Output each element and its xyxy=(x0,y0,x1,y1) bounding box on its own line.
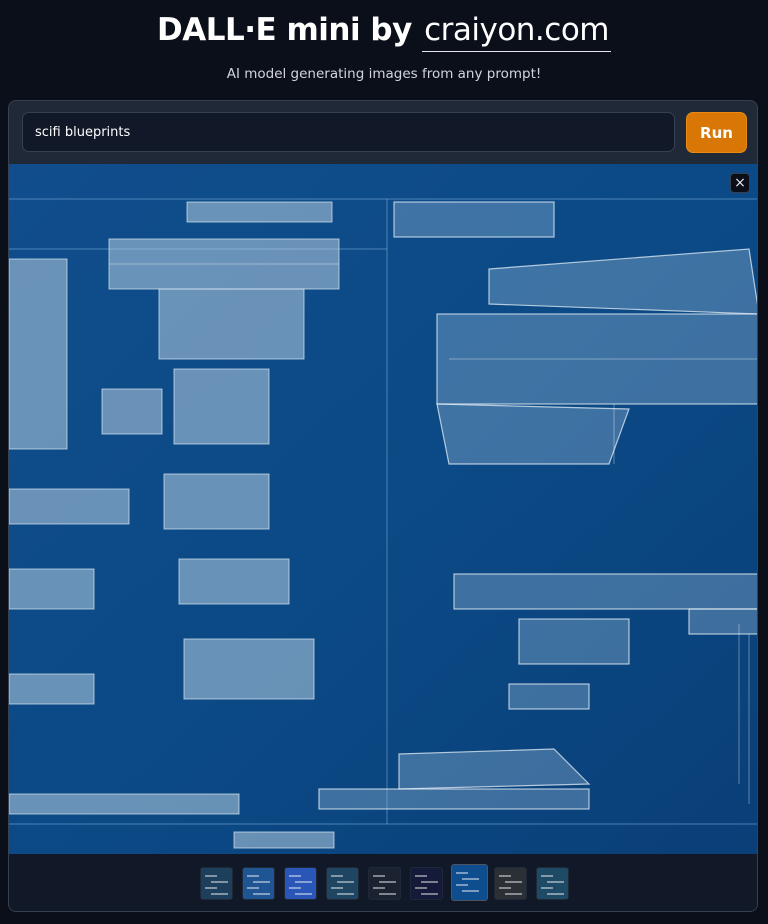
app-subtitle: AI model generating images from any prom… xyxy=(226,66,542,82)
thumbnail-detail xyxy=(415,887,427,889)
prompt-input[interactable] xyxy=(22,112,675,152)
title-prefix: DALL·E mini by xyxy=(156,12,412,48)
app-header: DALL·E mini by craiyon.com AI model gene… xyxy=(0,0,768,100)
thumbnail-detail xyxy=(295,881,312,883)
thumbnail-detail xyxy=(331,887,343,889)
thumbnail-detail xyxy=(499,875,511,877)
thumbnail-detail xyxy=(456,884,468,886)
thumbnail-detail xyxy=(373,887,385,889)
thumbnail-detail xyxy=(499,887,511,889)
thumbnail-3[interactable] xyxy=(284,867,317,900)
thumbnail-detail xyxy=(541,887,553,889)
thumbnail-5[interactable] xyxy=(368,867,401,900)
thumbnail-detail xyxy=(379,881,396,883)
thumbnail-detail xyxy=(337,893,354,895)
generated-image xyxy=(9,164,757,854)
thumbnail-detail xyxy=(505,881,522,883)
thumbnail-detail xyxy=(247,887,259,889)
thumbnail-detail xyxy=(253,893,270,895)
thumbnail-detail xyxy=(289,875,301,877)
thumbnail-detail xyxy=(205,875,217,877)
app-title: DALL·E mini by craiyon.com xyxy=(0,12,768,52)
thumbnail-detail xyxy=(547,893,564,895)
thumbnail-8[interactable] xyxy=(494,867,527,900)
thumbnail-detail xyxy=(421,881,438,883)
thumbnail-detail xyxy=(331,875,343,877)
thumbnail-detail xyxy=(379,893,396,895)
thumbnail-detail xyxy=(205,887,217,889)
image-gallery: × xyxy=(9,164,757,854)
thumbnail-detail xyxy=(211,881,228,883)
thumbnail-detail xyxy=(337,881,354,883)
thumbnail-detail xyxy=(253,881,270,883)
thumbnail-detail xyxy=(462,878,479,880)
thumbnail-detail xyxy=(415,875,427,877)
thumbnail-detail xyxy=(289,887,301,889)
thumbnail-detail xyxy=(421,893,438,895)
thumbnail-7[interactable] xyxy=(451,864,488,901)
thumbnail-detail xyxy=(247,875,259,877)
thumbnail-detail xyxy=(456,872,468,874)
thumbnail-detail xyxy=(211,893,228,895)
brand-link[interactable]: craiyon.com xyxy=(422,12,611,52)
thumbnail-detail xyxy=(505,893,522,895)
thumbnail-detail xyxy=(547,881,564,883)
thumbnail-1[interactable] xyxy=(200,867,233,900)
thumbnail-6[interactable] xyxy=(410,867,443,900)
thumbnail-detail xyxy=(541,875,553,877)
generator-panel: Run xyxy=(8,100,758,912)
thumbnail-4[interactable] xyxy=(326,867,359,900)
thumbnail-strip xyxy=(9,854,757,911)
thumbnail-detail xyxy=(462,890,479,892)
thumbnail-9[interactable] xyxy=(536,867,569,900)
run-button[interactable]: Run xyxy=(686,112,747,153)
thumbnail-detail xyxy=(373,875,385,877)
thumbnail-2[interactable] xyxy=(242,867,275,900)
close-icon[interactable]: × xyxy=(730,173,750,193)
thumbnail-detail xyxy=(295,893,312,895)
